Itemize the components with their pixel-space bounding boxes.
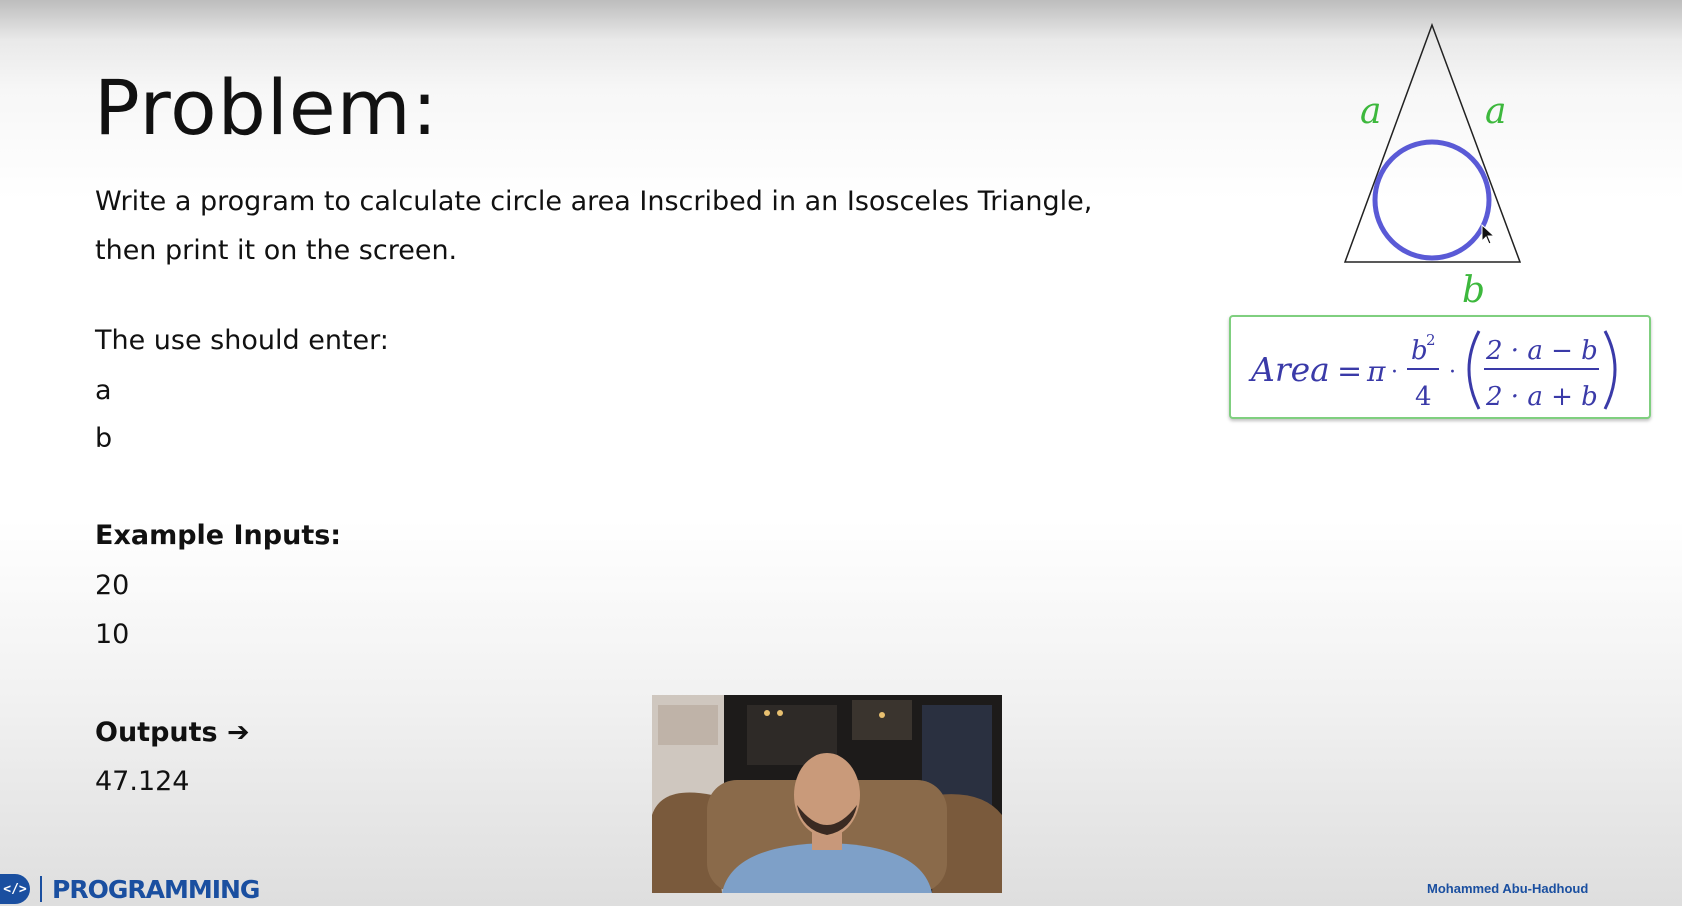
logo-text: PROGRAMMING [52,874,260,904]
output-value: 47.124 [95,766,190,797]
programming-logo: </> PROGRAMMING [0,872,260,906]
left-paren [1467,330,1481,410]
formula-dot-1: · [1391,360,1398,385]
description-line-2: then print it on the screen. [95,235,458,266]
frac1-denominator: 4 [1415,382,1432,412]
outputs-heading: Outputs ➔ [95,717,250,748]
right-paren [1603,330,1617,410]
presenter-webcam [652,695,1002,893]
input-b-label: b [95,423,113,454]
problem-description: Write a program to calculate circle area… [95,177,1092,275]
example-inputs-heading: Example Inputs: [95,520,342,551]
inputs-intro: The use should enter: [95,325,389,356]
side-label-left: a [1360,91,1381,132]
example-input-2: 10 [95,619,130,650]
frac1-exponent: 2 [1426,331,1436,349]
inscribed-circle [1372,139,1492,261]
logo-divider [40,876,42,902]
presenter-video-frame [652,695,1002,893]
formula-lhs: Area [1248,350,1330,389]
example-input-1: 20 [95,570,130,601]
area-formula: Area = π · b 2 4 · 2 · a − b 2 · a + b [1248,330,1617,412]
frac2-denominator: 2 · a + b [1485,382,1598,412]
area-formula-box: Area = π · b 2 4 · 2 · a − b 2 · a + b [1229,315,1651,419]
mouse-cursor-icon [1481,223,1496,245]
description-line-1: Write a program to calculate circle area… [95,186,1093,217]
isosceles-triangle-diagram: a a b [1343,22,1522,305]
formula-dot-2: · [1449,360,1456,385]
input-a-label: a [95,375,112,406]
formula-pi: π [1366,355,1386,388]
code-icon: </> [0,874,30,904]
side-label-right: a [1485,91,1506,132]
base-label: b [1462,270,1485,305]
frac2-numerator: 2 · a − b [1485,336,1598,366]
formula-equals: = [1337,354,1362,389]
author-name: Mohammed Abu-Hadhoud [1427,881,1589,896]
slide-title: Problem: [94,63,439,152]
